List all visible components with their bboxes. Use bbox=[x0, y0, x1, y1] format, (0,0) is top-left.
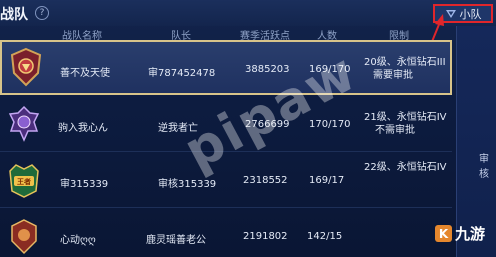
logo-glyph: K bbox=[435, 225, 452, 242]
team-leader: 审787452478 bbox=[148, 68, 216, 79]
audit-label: 审核 bbox=[479, 154, 489, 180]
logo-text: 九游 bbox=[455, 225, 486, 243]
team-limit-line1: 21级、永恒钻石IV bbox=[364, 112, 447, 123]
team-emblem-icon bbox=[11, 219, 37, 255]
table-row[interactable]: 善不及天使 审787452478 3885203 169/170 20级、永恒钻… bbox=[0, 40, 452, 95]
site-logo: K 九游 bbox=[435, 223, 485, 244]
team-emblem-icon: 王者 bbox=[9, 164, 39, 198]
table-row[interactable]: 心动ღღ 鹿灵瑶善老公 2191802 142/15 bbox=[0, 209, 452, 257]
team-points: 2766699 bbox=[245, 119, 290, 130]
team-name: 驹入我心ん bbox=[58, 123, 108, 134]
team-emblem-icon bbox=[8, 105, 40, 142]
team-points: 2318552 bbox=[243, 175, 288, 186]
team-members: 169/170 bbox=[309, 64, 351, 75]
team-name: 善不及天使 bbox=[60, 68, 110, 79]
help-icon[interactable]: ? bbox=[35, 6, 49, 20]
team-members: 170/170 bbox=[309, 119, 351, 130]
team-leader: 逆我者亡 bbox=[158, 123, 198, 134]
svg-text:王者: 王者 bbox=[17, 177, 31, 186]
team-members: 169/17 bbox=[309, 175, 345, 186]
team-name: 审315339 bbox=[60, 179, 109, 190]
team-emblem-icon bbox=[10, 47, 42, 87]
page-title: 战队 bbox=[0, 7, 28, 23]
team-leader: 鹿灵瑶善老公 bbox=[146, 235, 206, 246]
team-points: 3885203 bbox=[245, 64, 290, 75]
team-limit-line2: 需要审批 bbox=[373, 70, 413, 81]
team-limit-line1: 20级、永恒钻石III bbox=[364, 57, 446, 68]
team-table: 善不及天使 审787452478 3885203 169/170 20级、永恒钻… bbox=[0, 38, 452, 257]
team-leader: 审核315339 bbox=[158, 179, 217, 190]
team-limit-line1: 22级、永恒钻石IV bbox=[364, 162, 447, 173]
team-members: 142/15 bbox=[307, 231, 343, 242]
team-tab-label: 小队 bbox=[459, 7, 482, 21]
table-row[interactable]: 王者 审315339 审核315339 2318552 169/17 22级、永… bbox=[0, 153, 452, 208]
team-limit-line2: 不需审批 bbox=[375, 125, 415, 136]
team-name: 心动ღღ bbox=[60, 235, 96, 246]
table-row[interactable]: 驹入我心ん 逆我者亡 2766699 170/170 21级、永恒钻石IV 不需… bbox=[0, 97, 452, 152]
team-points: 2191802 bbox=[243, 231, 288, 242]
